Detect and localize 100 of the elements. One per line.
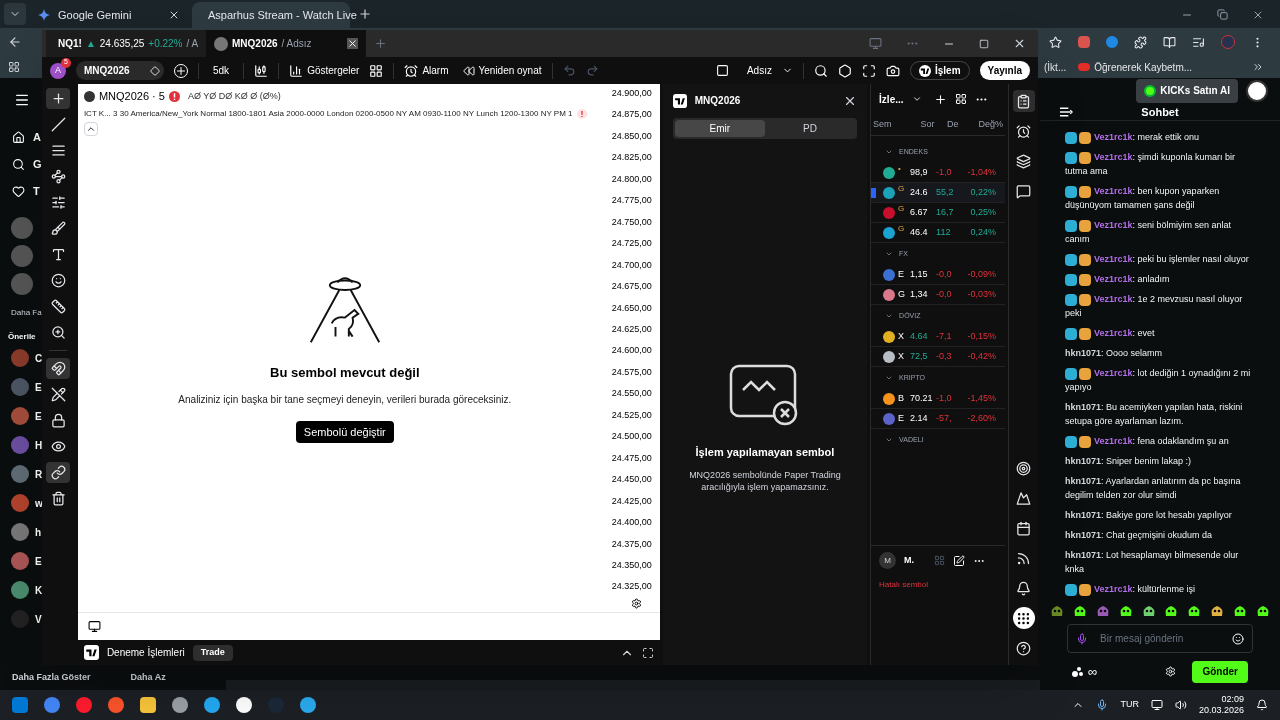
clock[interactable]: 02:09 20.03.2026 [1198, 694, 1244, 716]
mic-icon[interactable] [1096, 699, 1109, 711]
camera-icon[interactable] [885, 63, 900, 78]
symbol-search-field[interactable]: MNQ2026 [76, 61, 164, 80]
column-header[interactable]: Değ% [958, 117, 1004, 132]
maximize-icon[interactable] [979, 38, 989, 49]
message-input[interactable]: Bir mesaj gönderin [1067, 624, 1253, 653]
channel-item[interactable]: h [0, 521, 42, 543]
interval-button[interactable]: 5dk [209, 63, 234, 78]
publish-button[interactable]: Yayınla [979, 61, 1030, 80]
emote-icon[interactable] [1210, 604, 1225, 618]
channel-item[interactable]: E [0, 550, 42, 572]
emote-icon[interactable] [1255, 604, 1270, 618]
bookmark-link[interactable]: (İkt... [1044, 59, 1067, 75]
emote-icon[interactable] [1187, 604, 1202, 618]
buy-kicks-button[interactable]: KICKs Satın Al [1136, 78, 1238, 103]
magnet-icon[interactable] [46, 358, 71, 379]
chart-app-icon[interactable] [236, 697, 252, 713]
watchlist-row[interactable]: X 72,5 -0,3 -0,42% [871, 347, 1006, 367]
caret-icon[interactable] [911, 94, 922, 104]
monitor-icon[interactable] [869, 37, 882, 50]
apps-icon[interactable] [8, 61, 20, 73]
notification-icon[interactable] [1256, 699, 1268, 711]
watchlist-title[interactable]: İzle... [879, 91, 904, 107]
extension-icon[interactable] [1106, 36, 1118, 48]
tab-list-button[interactable] [4, 3, 26, 25]
start-icon[interactable] [12, 697, 28, 713]
chart-tab[interactable]: MNQ2026 / Adsız [206, 30, 366, 57]
crosshair-icon[interactable] [46, 88, 71, 109]
show-more-link[interactable]: Daha Fazla Göster [12, 670, 91, 685]
watchlist-row[interactable]: B 70.21 -1,0 -1,45% [871, 389, 1006, 409]
nav-item[interactable]: A [0, 124, 42, 151]
message-field[interactable]: Bir mesaj gönderin [1100, 631, 1220, 646]
channel-item[interactable]: R [0, 463, 42, 485]
watchlist-icon[interactable] [1012, 90, 1035, 112]
close-icon[interactable] [347, 38, 358, 49]
nav-item[interactable]: T [0, 178, 42, 205]
close-icon[interactable] [1252, 9, 1264, 21]
watchlist-row[interactable]: G 1,34 -0,0 -0,03% [871, 285, 1006, 305]
channel-item[interactable]: w [0, 492, 42, 514]
order-tab[interactable]: PD [764, 120, 856, 137]
close-icon[interactable] [1013, 37, 1026, 50]
trade-tab[interactable]: Trade [192, 644, 233, 661]
collapse-icon[interactable] [1060, 106, 1073, 117]
nav-item[interactable]: G [0, 151, 42, 178]
send-button[interactable]: Gönder [1192, 660, 1248, 683]
watchlist-row[interactable]: X 4.64 -7,1 -0,15% [871, 327, 1006, 347]
column-header[interactable]: De [934, 117, 959, 132]
volume-icon[interactable] [1174, 699, 1187, 711]
layout-name-button[interactable]: Adsız [746, 63, 772, 78]
search-icon[interactable] [813, 63, 828, 78]
alert-button[interactable]: Alarm [404, 63, 449, 78]
column-header[interactable]: Sem [873, 117, 905, 132]
channel-avatar[interactable] [1246, 79, 1268, 102]
fullscreen-icon[interactable] [861, 63, 876, 78]
templates-icon[interactable] [369, 63, 384, 78]
channel-item[interactable]: E [0, 405, 42, 427]
more-link[interactable]: Daha Fa [0, 307, 42, 319]
settings-icon[interactable] [630, 598, 642, 609]
browser-tab[interactable]: Google Gemini [30, 2, 188, 28]
watchlist-row[interactable]: E 1,15 -0,0 -0,09% [871, 265, 1006, 285]
mic-icon[interactable] [1076, 632, 1088, 645]
emote-icon[interactable] [1164, 604, 1179, 618]
watchlist-row[interactable]: E 2.14 -57, -2,60% [871, 409, 1006, 429]
link-icon[interactable] [46, 462, 71, 483]
bookmark-star-icon[interactable] [1049, 35, 1062, 49]
new-tab-icon[interactable] [358, 7, 372, 21]
change-symbol-button[interactable]: Sembolü değiştir [295, 421, 394, 443]
folder-icon[interactable] [140, 697, 156, 713]
close-icon[interactable] [168, 9, 180, 21]
watchlist-row[interactable]: G 24.6 55,2 0,22% [871, 183, 1006, 203]
channel-item[interactable]: E [0, 376, 42, 398]
apps-icon[interactable] [1012, 607, 1035, 629]
browser-icon[interactable] [44, 697, 60, 713]
settings-icon[interactable] [837, 63, 852, 78]
code-editor-icon[interactable] [204, 697, 220, 713]
add-icon[interactable] [933, 92, 947, 106]
messenger-icon[interactable] [300, 697, 316, 713]
watchlist-row[interactable]: G 46.4 112 0,24% [871, 223, 1006, 243]
indicators-button[interactable]: Göstergeler [289, 63, 360, 78]
network-icon[interactable] [1150, 699, 1163, 711]
channel-item[interactable]: C [0, 347, 42, 369]
collapse-button[interactable] [83, 121, 98, 136]
emote-icon[interactable] [1072, 604, 1087, 618]
emote-icon[interactable] [1141, 604, 1156, 618]
app-icon[interactable] [172, 697, 188, 713]
candles-icon[interactable] [254, 63, 269, 78]
column-header[interactable]: Sor [904, 117, 935, 132]
channel-item[interactable]: V [0, 608, 42, 630]
panel-title[interactable]: Deneme İşlemleri [106, 645, 185, 660]
emoji-icon[interactable] [1232, 632, 1244, 645]
maximize-icon[interactable] [641, 646, 654, 659]
reading-list-icon[interactable] [1163, 35, 1176, 49]
layout-icon[interactable] [715, 64, 729, 77]
emote-icon[interactable] [1118, 604, 1133, 618]
show-less-link[interactable]: Daha Az [130, 670, 166, 685]
order-tab[interactable]: Emir [674, 120, 765, 137]
extensions-icon[interactable] [1134, 35, 1147, 49]
language-indicator[interactable]: TUR [1120, 698, 1139, 712]
new-tab-icon[interactable] [374, 37, 387, 50]
